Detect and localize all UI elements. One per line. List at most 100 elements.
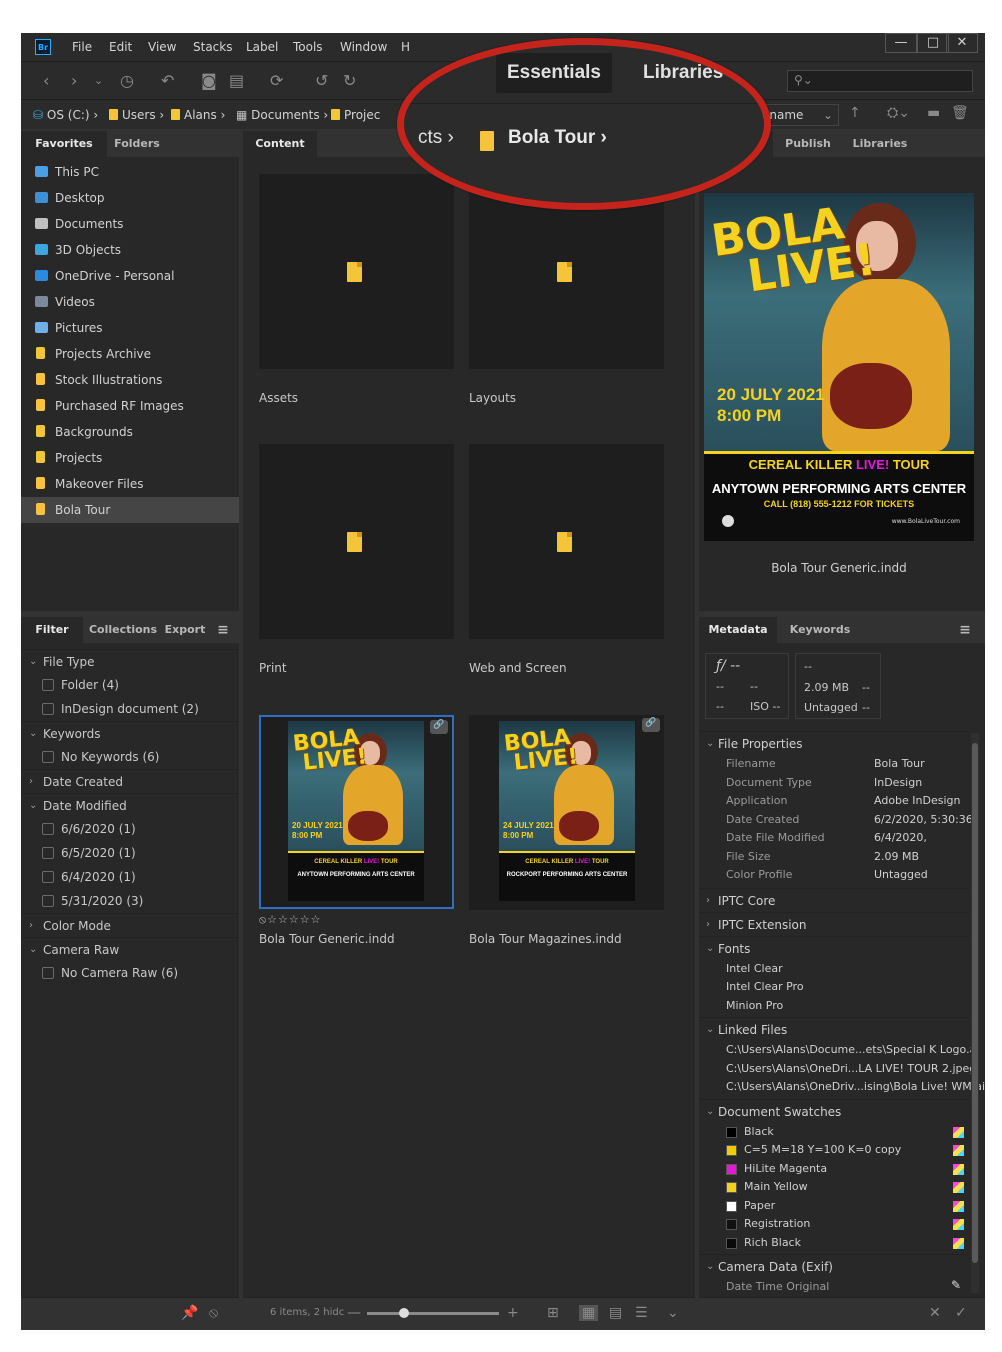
filter-checkbox-item[interactable]: 6/4/2020 (1) [21, 865, 239, 889]
filter-category[interactable]: ⌄ Keywords [21, 721, 239, 745]
filter-category[interactable]: ⌄ Date Modified [21, 793, 239, 817]
sidebar-item-onedrive-personal[interactable]: OneDrive - Personal [21, 263, 239, 289]
refine-icon[interactable]: ▤ [229, 71, 244, 90]
menu-tools[interactable]: Tools [293, 40, 323, 54]
breadcrumb-os[interactable]: ⛁ OS (C:) › [33, 108, 98, 122]
open-recent-icon[interactable]: ⟳ [270, 71, 283, 90]
thumbnail-view-icon[interactable]: ▦ [579, 1305, 599, 1321]
sidebar-item-purchased-rf-images[interactable]: Purchased RF Images [21, 393, 239, 419]
sidebar-item-projects[interactable]: Projects [21, 445, 239, 471]
chevron-down-icon[interactable]: ⌄ [29, 938, 37, 962]
minimize-button[interactable]: — [885, 33, 917, 53]
sidebar-item-this-pc[interactable]: This PC [21, 159, 239, 185]
checkbox[interactable] [42, 823, 54, 835]
chevron-down-icon[interactable]: ⌄ [706, 732, 714, 756]
file-thumb-magazines[interactable]: 🔗 BOLA LIVE! 24 JULY 2021 8:00 PM CEREAL… [469, 715, 664, 910]
chevron-down-icon[interactable]: ⌄ [94, 74, 103, 87]
menu-file[interactable]: File [72, 40, 92, 54]
camera-icon[interactable]: ◙ [201, 71, 217, 90]
chevron-right-icon[interactable]: › [29, 770, 33, 794]
rotate-left-icon[interactable]: ↺ [315, 71, 328, 90]
chevron-down-icon[interactable]: ⌄ [667, 1305, 679, 1321]
sidebar-item-projects-archive[interactable]: Projects Archive [21, 341, 239, 367]
chevron-right-icon[interactable]: › [706, 913, 710, 937]
metadata-section-camera[interactable]: ⌄ Camera Data (Exif) [699, 1254, 969, 1278]
breadcrumb-projects[interactable]: Projec [331, 108, 380, 122]
boomerang-icon[interactable]: ↶ [161, 71, 174, 90]
breadcrumb-users[interactable]: Users › [109, 108, 164, 122]
tab-export[interactable]: Export [159, 617, 211, 643]
slider-handle[interactable] [399, 1308, 409, 1318]
breadcrumb-documents[interactable]: ▦ Documents › [236, 108, 328, 122]
sidebar-item-pictures[interactable]: Pictures [21, 315, 239, 341]
workspace-libraries-button[interactable]: Libraries [643, 62, 723, 84]
breadcrumb-alans[interactable]: Alans › [171, 108, 225, 122]
filter-checkbox-item[interactable]: InDesign document (2) [21, 697, 239, 721]
grid-lock-icon[interactable]: ⊞ [547, 1305, 559, 1321]
tab-filter[interactable]: Filter [21, 617, 83, 643]
metadata-section-iptc_ext[interactable]: › IPTC Extension [699, 911, 969, 937]
tab-favorites[interactable]: Favorites [21, 131, 107, 157]
menu-view[interactable]: View [148, 40, 176, 54]
filter-category[interactable]: › Date Created [21, 769, 239, 793]
metadata-section-linked[interactable]: ⌄ Linked Files [699, 1017, 969, 1041]
menu-edit[interactable]: Edit [109, 40, 132, 54]
close-button[interactable]: ✕ [946, 33, 978, 53]
checkbox[interactable] [42, 967, 54, 979]
sidebar-item-3d-objects[interactable]: 3D Objects [21, 237, 239, 263]
checkbox[interactable] [42, 895, 54, 907]
panel-menu-icon[interactable]: ≡ [211, 617, 235, 643]
folder-thumb-print[interactable] [259, 444, 454, 639]
checkbox[interactable] [42, 679, 54, 691]
folder-thumb-assets[interactable] [259, 174, 454, 369]
maximize-button[interactable]: □ [917, 33, 949, 53]
sidebar-item-documents[interactable]: Documents [21, 211, 239, 237]
sidebar-item-bola-tour[interactable]: Bola Tour [21, 497, 239, 523]
sort-direction-icon[interactable]: ↑ [849, 105, 861, 121]
folder-thumb-layouts[interactable] [469, 174, 664, 369]
metadata-section-fonts[interactable]: ⌄ Fonts [699, 935, 969, 960]
tab-content[interactable]: Content [243, 131, 317, 157]
chevron-down-icon[interactable]: ⌄ [706, 1018, 714, 1042]
tab-libraries[interactable]: Libraries [843, 131, 917, 157]
checkbox[interactable] [42, 751, 54, 763]
trash-icon[interactable]: 🗑 [951, 105, 969, 121]
filter-checkbox-item[interactable]: No Camera Raw (6) [21, 961, 239, 985]
tab-publish[interactable]: Publish [773, 131, 843, 157]
filter-category[interactable]: ⌄ Camera Raw [21, 937, 239, 961]
tab-metadata[interactable]: Metadata [699, 617, 777, 643]
get-photos-icon[interactable]: ⛭⌄ [887, 105, 910, 121]
detail-view-icon[interactable]: ▤ [609, 1305, 622, 1321]
checkbox[interactable] [42, 871, 54, 883]
sidebar-item-videos[interactable]: Videos [21, 289, 239, 315]
scrollbar-thumb[interactable] [972, 743, 978, 1263]
chevron-right-icon[interactable]: › [706, 889, 710, 913]
forward-icon[interactable]: › [71, 71, 77, 90]
menu-label[interactable]: Label [246, 40, 278, 54]
checkbox[interactable] [42, 847, 54, 859]
search-input[interactable]: ⚲⌄ [787, 70, 973, 92]
menu-stacks[interactable]: Stacks [193, 40, 232, 54]
file-thumb-generic[interactable]: 🔗 BOLA LIVE! 20 JULY 2021 8:00 PM CEREAL… [259, 715, 454, 909]
thumbnail-slider[interactable] [367, 1308, 499, 1318]
cancel-icon[interactable]: ✕ [929, 1305, 941, 1321]
filter-checkbox-item[interactable]: Folder (4) [21, 673, 239, 697]
menu-help[interactable]: H [401, 40, 410, 54]
tab-collections[interactable]: Collections [83, 617, 163, 643]
metadata-section-swatches[interactable]: ⌄ Document Swatches [699, 1098, 969, 1124]
menu-window[interactable]: Window [340, 40, 387, 54]
chevron-down-icon[interactable]: ⌄ [29, 794, 37, 818]
clear-filter-icon[interactable]: ⦸ [209, 1305, 218, 1321]
chevron-down-icon[interactable]: ⌄ [706, 1255, 714, 1279]
metadata-section-file_properties[interactable]: ⌄ File Properties [699, 731, 969, 755]
chevron-down-icon[interactable]: ⌄ [706, 1100, 714, 1124]
filter-checkbox-item[interactable]: 6/5/2020 (1) [21, 841, 239, 865]
chevron-right-icon[interactable]: › [29, 914, 33, 938]
sidebar-item-desktop[interactable]: Desktop [21, 185, 239, 211]
pin-icon[interactable]: 📌 [181, 1305, 198, 1321]
chevron-down-icon[interactable]: ⌄ [29, 650, 37, 674]
zoom-out-icon[interactable]: — [347, 1305, 361, 1321]
filter-category[interactable]: › Color Mode [21, 913, 239, 937]
edit-pencil-icon[interactable]: ✎ [951, 1278, 961, 1292]
filter-checkbox-item[interactable]: 5/31/2020 (3) [21, 889, 239, 913]
